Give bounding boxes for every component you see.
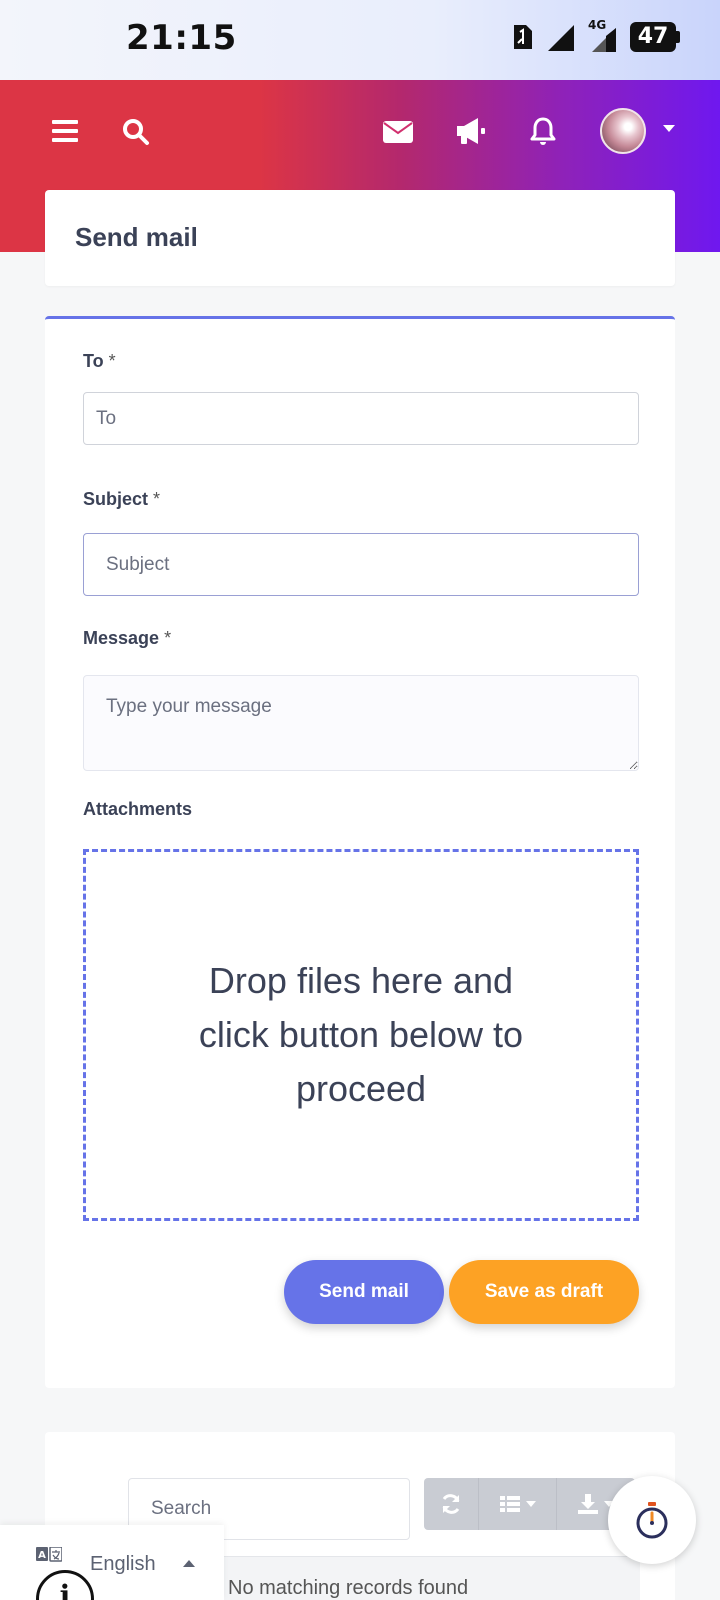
status-time: 21:15	[126, 18, 237, 58]
to-label-text: To	[83, 351, 104, 371]
language-selector[interactable]: A English	[0, 1525, 224, 1600]
status-icons: 4G 47	[512, 18, 680, 52]
subject-label: Subject *	[83, 489, 160, 510]
chevron-down-icon[interactable]	[663, 125, 675, 132]
message-label-text: Message	[83, 628, 160, 648]
bell-icon[interactable]	[528, 114, 558, 148]
page-header-card: Send mail	[45, 190, 675, 286]
dropzone-text: Drop files here and click button below t…	[198, 960, 524, 1109]
menu-icon[interactable]	[50, 116, 80, 146]
search-icon[interactable]	[120, 116, 152, 148]
svg-text:A: A	[38, 1550, 46, 1561]
save-draft-button[interactable]: Save as draft	[449, 1260, 639, 1324]
send-mail-button[interactable]: Send mail	[284, 1260, 444, 1324]
page-title: Send mail	[75, 222, 198, 252]
required-mark: *	[164, 628, 172, 648]
message-label: Message *	[83, 628, 171, 649]
megaphone-icon[interactable]	[454, 114, 488, 148]
attachments-dropzone[interactable]: Drop files here and click button below t…	[83, 849, 639, 1221]
required-mark: *	[108, 351, 116, 371]
signal-icon	[548, 25, 574, 51]
translate-icon: A	[36, 1547, 62, 1562]
empty-table-message: No matching records found	[228, 1577, 469, 1599]
columns-button[interactable]	[479, 1478, 557, 1530]
columns-icon	[499, 1496, 520, 1512]
mail-icon[interactable]	[382, 118, 414, 146]
stopwatch-icon	[636, 1502, 668, 1539]
to-input[interactable]	[83, 392, 639, 445]
signal-4g-icon: 4G	[588, 18, 618, 52]
sim-icon	[514, 25, 532, 49]
chevron-up-icon	[183, 1560, 195, 1567]
subject-input[interactable]	[83, 533, 639, 596]
language-label: English	[90, 1553, 156, 1575]
info-icon: i	[59, 1579, 71, 1600]
refresh-icon	[442, 1494, 460, 1514]
timer-button[interactable]	[608, 1476, 696, 1564]
send-mail-form: To * Subject * Message * Attachments Dro…	[45, 316, 675, 1388]
to-label: To *	[83, 351, 116, 372]
avatar[interactable]	[600, 108, 646, 154]
download-icon	[578, 1494, 598, 1514]
table-toolbar	[424, 1478, 635, 1530]
battery-icon: 47	[630, 22, 680, 52]
required-mark: *	[153, 489, 161, 509]
message-textarea[interactable]	[83, 675, 639, 771]
subject-label-text: Subject	[83, 489, 149, 509]
attachments-label: Attachments	[83, 799, 193, 819]
battery-level: 47	[630, 22, 676, 52]
refresh-button[interactable]	[424, 1478, 479, 1530]
status-bar: 21:15 4G 47	[0, 0, 720, 80]
chevron-down-icon	[525, 1501, 536, 1507]
